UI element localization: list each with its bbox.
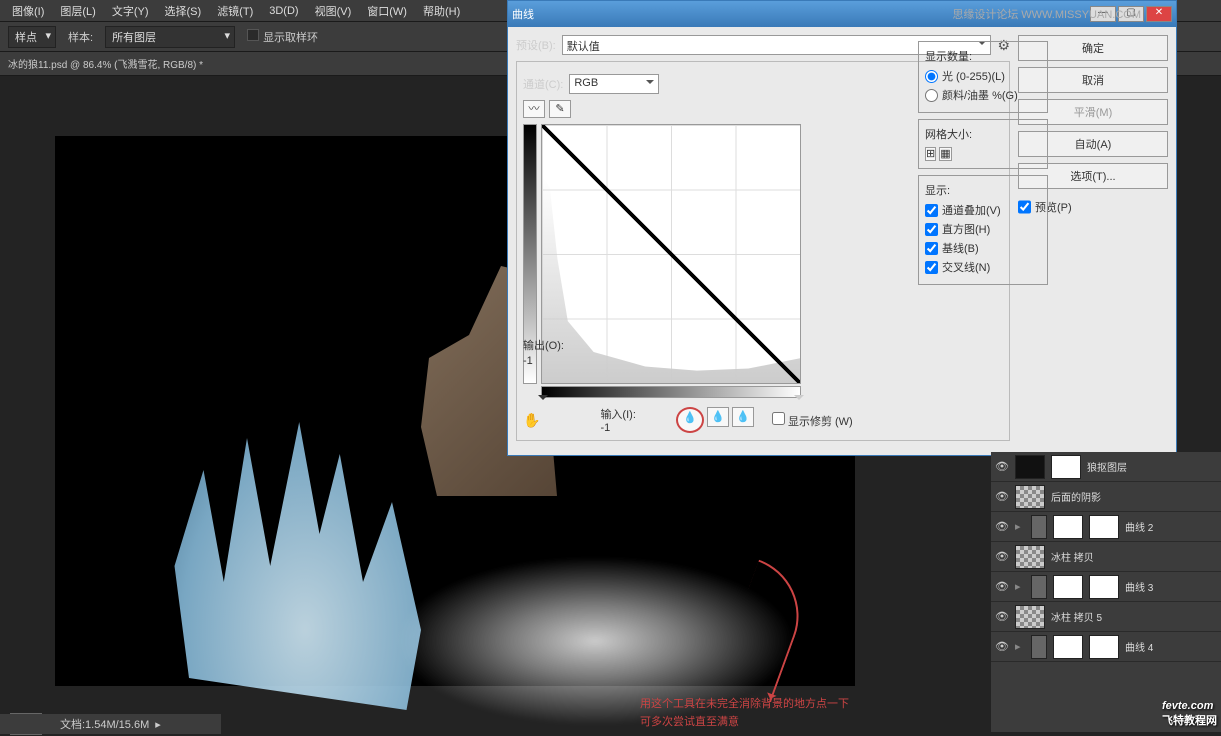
visibility-icon[interactable]: 👁 xyxy=(995,580,1009,594)
menu-image[interactable]: 图像(I) xyxy=(4,3,52,19)
expand-icon[interactable]: ▸ xyxy=(1015,580,1025,593)
mask-thumb[interactable] xyxy=(1089,635,1119,659)
menu-select[interactable]: 选择(S) xyxy=(157,3,210,19)
layer-name[interactable]: 后面的阴影 xyxy=(1051,489,1217,504)
menu-view[interactable]: 视图(V) xyxy=(307,3,360,19)
show-group: 显示: 通道叠加(V) 直方图(H) 基线(B) 交叉线(N) xyxy=(918,175,1048,285)
output-label: 输出(O): xyxy=(523,337,564,353)
input-value: -1 xyxy=(600,422,635,434)
hand-tool-icon[interactable]: ✋ xyxy=(523,412,540,429)
histogram-check[interactable]: 直方图(H) xyxy=(925,221,1041,237)
menu-layer[interactable]: 图层(L) xyxy=(52,3,103,19)
light-radio[interactable]: 光 (0-255)(L) xyxy=(925,68,1041,84)
layer-name[interactable]: 曲线 4 xyxy=(1125,639,1217,654)
layer-name[interactable]: 曲线 2 xyxy=(1125,519,1217,534)
layer-name[interactable]: 曲线 3 xyxy=(1125,579,1217,594)
baseline-check[interactable]: 基线(B) xyxy=(925,240,1041,256)
layer-thumb[interactable] xyxy=(1053,515,1083,539)
layer-name[interactable]: 冰柱 拷贝 xyxy=(1051,549,1217,564)
curve-tool-icon[interactable]: 〰 xyxy=(523,100,545,118)
dialog-titlebar[interactable]: 曲线 思缘设计论坛 WWW.MISSYUAN.COM — ▢ ✕ xyxy=(508,1,1176,27)
sample-label: 样本: xyxy=(68,29,93,45)
gray-eyedropper-icon[interactable]: 💧 xyxy=(707,407,729,427)
black-slider[interactable] xyxy=(538,395,548,405)
channel-dropdown[interactable]: RGB xyxy=(569,74,659,94)
close-icon[interactable]: ✕ xyxy=(1146,6,1172,22)
expand-icon[interactable]: ▸ xyxy=(1015,520,1025,533)
layer-thumb[interactable] xyxy=(1053,635,1083,659)
document-tab[interactable]: 冰的狼11.psd @ 86.4% (飞溅雪花, RGB/8) * xyxy=(8,56,203,71)
horizontal-gradient xyxy=(541,386,801,398)
expand-icon[interactable]: ▸ xyxy=(1015,640,1025,653)
status-bar: 文档:1.54M/15.6M ▸ xyxy=(0,714,221,734)
sample-layers-dropdown[interactable]: 所有图层 xyxy=(105,26,235,48)
menu-text[interactable]: 文字(Y) xyxy=(104,3,157,19)
pencil-tool-icon[interactable]: ✎ xyxy=(549,100,571,118)
layer-row[interactable]: 👁 ▸ 曲线 4 xyxy=(991,632,1221,662)
show-ring-toggle[interactable]: 显示取样环 xyxy=(247,29,318,45)
adjustment-icon xyxy=(1031,575,1047,599)
layer-thumb[interactable] xyxy=(1053,575,1083,599)
grid-small-icon[interactable]: ⊞ xyxy=(925,147,936,161)
show-clipping-toggle[interactable]: 显示修剪 (W) xyxy=(772,412,853,429)
status-chevron-icon[interactable]: ▸ xyxy=(155,718,161,731)
visibility-icon[interactable]: 👁 xyxy=(995,550,1009,564)
layer-thumb[interactable] xyxy=(1015,485,1045,509)
layer-row[interactable]: 👁 ▸ 曲线 2 xyxy=(991,512,1221,542)
annotation-text: 用这个工具在未完全消除背景的地方点一下 可多次尝试直至满意 xyxy=(640,696,849,731)
visibility-icon[interactable]: 👁 xyxy=(995,490,1009,504)
menu-filter[interactable]: 滤镜(T) xyxy=(209,3,261,19)
black-eyedropper-icon[interactable]: 💧 xyxy=(676,407,704,433)
layer-row[interactable]: 👁 冰柱 拷贝 5 xyxy=(991,602,1221,632)
visibility-icon[interactable]: 👁 xyxy=(995,610,1009,624)
adjustment-icon xyxy=(1031,515,1047,539)
site-watermark: fevte.com 飞特教程网 xyxy=(1162,700,1217,728)
layer-row[interactable]: 👁 冰柱 拷贝 xyxy=(991,542,1221,572)
layer-name[interactable]: 冰柱 拷贝 5 xyxy=(1051,609,1217,624)
grid-large-icon[interactable]: ▦ xyxy=(939,147,951,161)
input-label: 输入(I): xyxy=(600,406,635,422)
display-amount-group: 显示数量: 光 (0-255)(L) 颜料/油墨 %(G) xyxy=(918,41,1048,113)
visibility-icon[interactable]: 👁 xyxy=(995,520,1009,534)
menu-3d[interactable]: 3D(D) xyxy=(261,5,306,17)
adjustment-icon xyxy=(1031,635,1047,659)
layers-panel: 👁 狼抠图层 👁 后面的阴影 👁 ▸ 曲线 2 👁 冰柱 拷贝 👁 ▸ 曲线 3 👁 冰柱 拷贝 5 👁 ▸ 曲… xyxy=(991,452,1221,732)
mask-thumb[interactable] xyxy=(1051,455,1081,479)
brand-watermark: 思缘设计论坛 WWW.MISSYUAN.COM xyxy=(952,6,1141,22)
grid-size-group: 网格大小: ⊞ ▦ xyxy=(918,119,1048,169)
visibility-icon[interactable]: 👁 xyxy=(995,640,1009,654)
curves-graph[interactable] xyxy=(541,124,801,384)
layer-name[interactable]: 狼抠图层 xyxy=(1087,459,1217,474)
curves-dialog: 曲线 思缘设计论坛 WWW.MISSYUAN.COM — ▢ ✕ 预设(B): … xyxy=(507,0,1177,456)
layer-row[interactable]: 👁 后面的阴影 xyxy=(991,482,1221,512)
pigment-radio[interactable]: 颜料/油墨 %(G) xyxy=(925,87,1041,103)
doc-size: 文档:1.54M/15.6M xyxy=(60,716,149,732)
layer-thumb[interactable] xyxy=(1015,545,1045,569)
preset-label: 预设(B): xyxy=(516,37,556,53)
channel-label: 通道(C): xyxy=(523,76,563,92)
white-slider[interactable] xyxy=(794,395,804,405)
layer-thumb[interactable] xyxy=(1015,605,1045,629)
output-value: -1 xyxy=(523,355,533,367)
layer-row[interactable]: 👁 ▸ 曲线 3 xyxy=(991,572,1221,602)
layer-row[interactable]: 👁 狼抠图层 xyxy=(991,452,1221,482)
layer-thumb[interactable] xyxy=(1015,455,1045,479)
menu-window[interactable]: 窗口(W) xyxy=(359,3,415,19)
curve-line[interactable] xyxy=(542,125,800,383)
dialog-title: 曲线 xyxy=(512,6,534,22)
white-eyedropper-icon[interactable]: 💧 xyxy=(732,407,754,427)
mask-thumb[interactable] xyxy=(1089,575,1119,599)
menu-help[interactable]: 帮助(H) xyxy=(415,3,468,19)
channel-overlay-check[interactable]: 通道叠加(V) xyxy=(925,202,1041,218)
mask-thumb[interactable] xyxy=(1089,515,1119,539)
sample-point-dropdown[interactable]: 样点 xyxy=(8,26,56,48)
intersect-check[interactable]: 交叉线(N) xyxy=(925,259,1041,275)
visibility-icon[interactable]: 👁 xyxy=(995,460,1009,474)
